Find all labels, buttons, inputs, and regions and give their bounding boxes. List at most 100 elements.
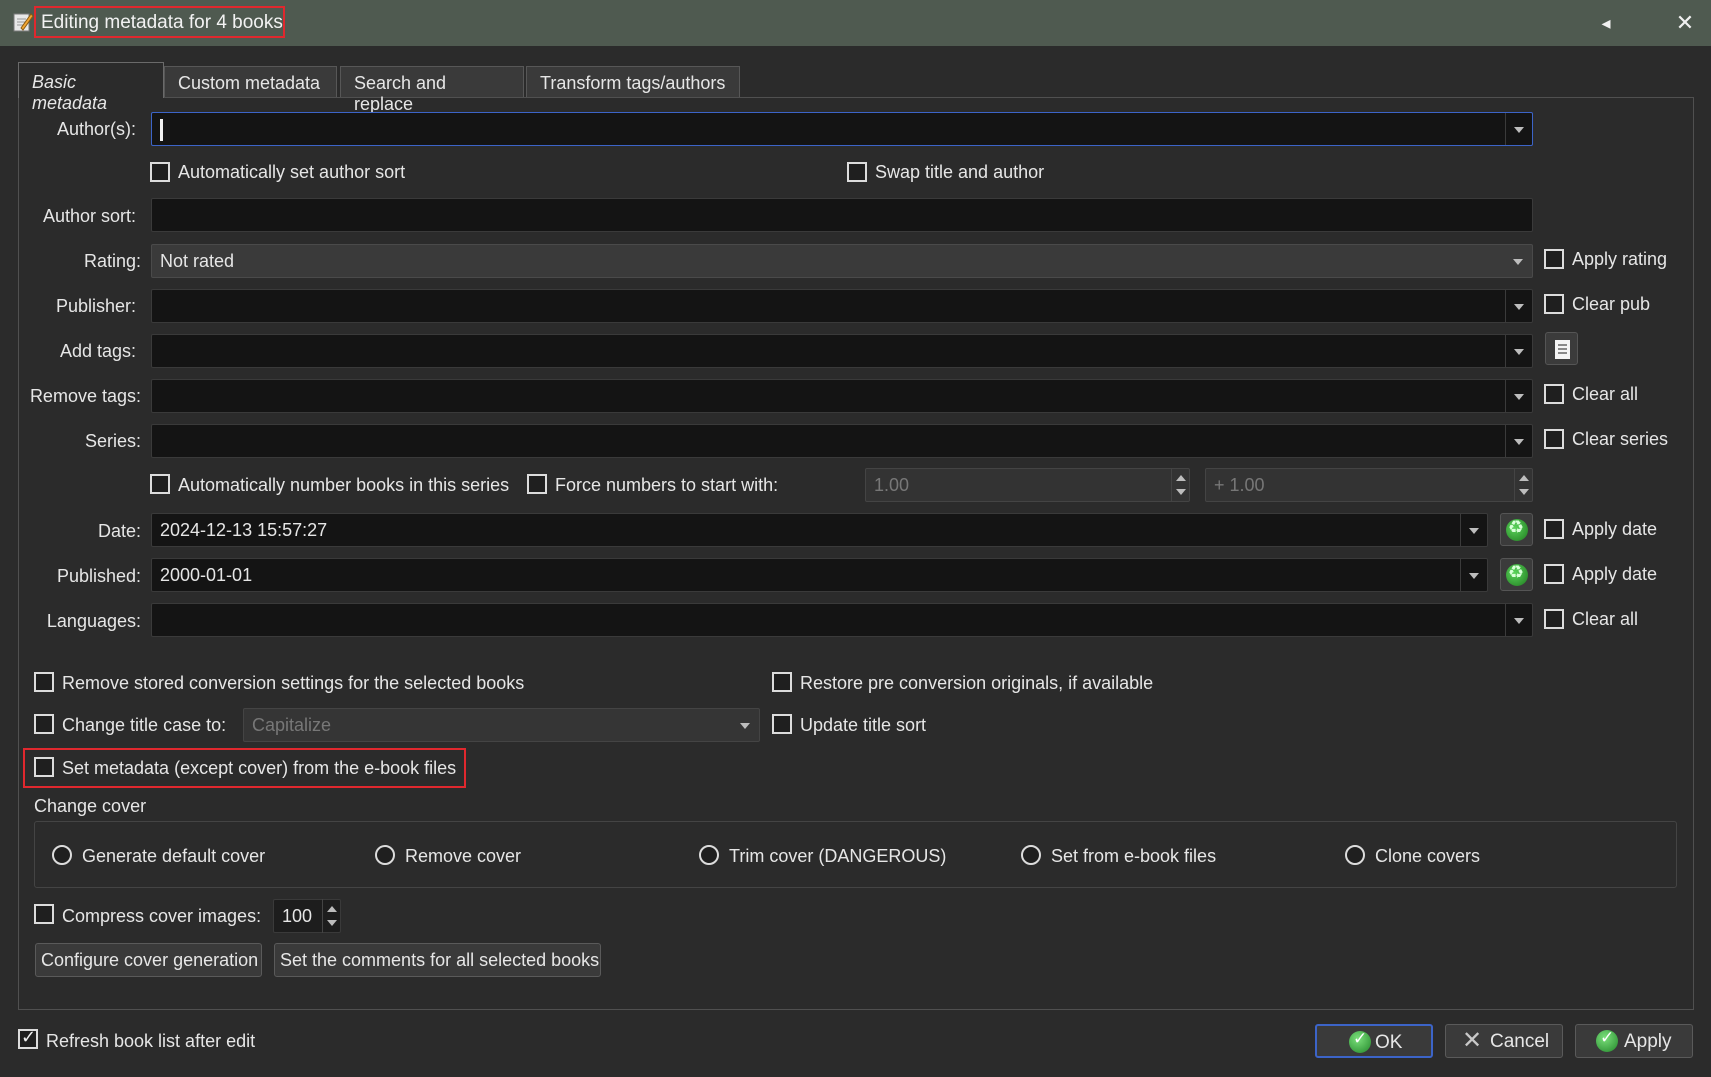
languages-dropdown-arrow[interactable] — [1505, 604, 1532, 636]
clear-languages-checkbox[interactable] — [1544, 609, 1564, 629]
date-input[interactable]: 2024-12-13 15:57:27 — [151, 513, 1488, 547]
published-label: Published: — [56, 566, 141, 586]
title-case-select[interactable]: Capitalize — [243, 708, 760, 742]
force-numbers-label: Force numbers to start with: — [555, 475, 779, 495]
publisher-label: Publisher: — [55, 296, 136, 316]
authors-input[interactable] — [151, 112, 1533, 146]
series-start-spin-arrows[interactable] — [1171, 468, 1189, 502]
languages-input[interactable] — [151, 603, 1533, 637]
clear-all-tags-label: Clear all — [1572, 384, 1639, 404]
clear-series-label: Clear series — [1572, 429, 1669, 449]
clear-all-tags-checkbox[interactable] — [1544, 384, 1564, 404]
generate-default-cover-label: Generate default cover — [82, 846, 266, 866]
remove-cover-label: Remove cover — [405, 846, 522, 866]
cancel-label: Cancel — [1490, 1031, 1550, 1052]
rating-dropdown-arrow[interactable] — [1505, 245, 1532, 277]
series-dropdown-arrow[interactable] — [1505, 425, 1532, 457]
generate-default-cover-radio[interactable] — [52, 845, 72, 865]
date-reset-button[interactable] — [1500, 513, 1533, 546]
set-from-ebook-files-radio[interactable] — [1021, 845, 1041, 865]
close-icon[interactable]: ✕ — [1669, 9, 1701, 37]
tab-search-replace[interactable]: Search and replace — [340, 66, 524, 114]
change-cover-group-label: Change cover — [34, 796, 147, 816]
compress-cover-checkbox[interactable] — [34, 904, 54, 924]
date-dropdown-arrow[interactable] — [1460, 514, 1487, 546]
published-value: 2000-01-01 — [160, 565, 253, 585]
refresh-book-list-label: Refresh book list after edit — [46, 1031, 256, 1051]
remove-tags-dropdown-arrow[interactable] — [1505, 380, 1532, 412]
auto-number-series-label: Automatically number books in this serie… — [178, 475, 510, 495]
title-bar: Editing metadata for 4 books ◂ ✕ — [0, 0, 1711, 46]
change-title-case-label: Change title case to: — [62, 715, 227, 735]
compress-quality-spin-arrows[interactable] — [322, 899, 340, 933]
apply-check-icon — [1596, 1028, 1618, 1052]
clear-pub-label: Clear pub — [1572, 294, 1651, 314]
update-title-sort-label: Update title sort — [800, 715, 927, 735]
compress-quality-spinbox[interactable]: 100 — [273, 899, 341, 933]
series-increment-spinbox[interactable]: + 1.00 — [1205, 468, 1533, 502]
configure-cover-generation-button[interactable]: Configure cover generation — [35, 943, 262, 977]
back-icon[interactable]: ◂ — [1590, 9, 1622, 37]
author-sort-input[interactable] — [151, 198, 1533, 232]
refresh-book-list-checkbox[interactable] — [18, 1027, 38, 1049]
restore-originals-label: Restore pre conversion originals, if ava… — [800, 673, 1154, 693]
date-label: Date: — [97, 521, 141, 541]
add-tags-dropdown-arrow[interactable] — [1505, 335, 1532, 367]
series-increment-spin-arrows[interactable] — [1514, 468, 1532, 502]
authors-dropdown-arrow[interactable] — [1505, 113, 1532, 145]
series-input[interactable] — [151, 424, 1533, 458]
remove-conversion-checkbox[interactable] — [34, 672, 54, 692]
published-dropdown-arrow[interactable] — [1460, 559, 1487, 591]
compress-quality-value: 100 — [282, 906, 313, 926]
remove-tags-input[interactable] — [151, 379, 1533, 413]
publisher-input[interactable] — [151, 289, 1533, 323]
publisher-dropdown-arrow[interactable] — [1505, 290, 1532, 322]
auto-number-series-checkbox[interactable] — [150, 474, 170, 494]
series-start-spinbox[interactable]: 1.00 — [865, 468, 1190, 502]
clear-series-checkbox[interactable] — [1544, 429, 1564, 449]
title-case-dropdown-arrow[interactable] — [732, 709, 759, 741]
published-reset-button[interactable] — [1500, 558, 1533, 591]
series-start-value: 1.00 — [874, 475, 910, 495]
apply-date-checkbox[interactable] — [1544, 519, 1564, 539]
apply-date-label: Apply date — [1572, 519, 1658, 539]
auto-author-sort-checkbox[interactable] — [150, 162, 170, 182]
rating-label: Rating: — [83, 251, 141, 271]
trim-cover-label: Trim cover (DANGEROUS) — [729, 846, 947, 866]
force-numbers-checkbox[interactable] — [527, 474, 547, 494]
apply-rating-checkbox[interactable] — [1544, 249, 1564, 269]
restore-originals-checkbox[interactable] — [772, 672, 792, 692]
cancel-button[interactable]: Cancel — [1445, 1024, 1563, 1058]
recycle-icon — [1506, 562, 1528, 586]
swap-title-author-label: Swap title and author — [875, 162, 1045, 182]
tag-editor-button[interactable] — [1545, 332, 1578, 365]
apply-published-checkbox[interactable] — [1544, 564, 1564, 584]
add-tags-input[interactable] — [151, 334, 1533, 368]
swap-title-author-checkbox[interactable] — [847, 162, 867, 182]
apply-button[interactable]: Apply — [1575, 1024, 1693, 1058]
ok-label: OK — [1375, 1032, 1403, 1053]
date-value: 2024-12-13 15:57:27 — [160, 520, 328, 540]
tab-basic-metadata[interactable]: Basic metadata — [18, 62, 164, 113]
update-title-sort-checkbox[interactable] — [772, 714, 792, 734]
tab-transform-tags[interactable]: Transform tags/authors — [526, 66, 740, 97]
trim-cover-radio[interactable] — [699, 845, 719, 865]
remove-cover-radio[interactable] — [375, 845, 395, 865]
rating-select[interactable]: Not rated — [151, 244, 1533, 278]
recycle-icon — [1506, 517, 1528, 541]
languages-label: Languages: — [46, 611, 141, 631]
change-title-case-checkbox[interactable] — [34, 714, 54, 734]
set-comments-button[interactable]: Set the comments for all selected books — [274, 943, 601, 977]
clear-pub-checkbox[interactable] — [1544, 294, 1564, 314]
authors-label: Author(s): — [56, 119, 136, 139]
document-list-icon — [1555, 340, 1570, 359]
tab-custom-metadata[interactable]: Custom metadata — [164, 66, 337, 97]
set-metadata-from-files-checkbox[interactable] — [34, 757, 54, 777]
remove-tags-label: Remove tags: — [29, 386, 141, 406]
title-case-value: Capitalize — [252, 715, 332, 735]
auto-author-sort-label: Automatically set author sort — [178, 162, 406, 182]
ok-button[interactable]: OK — [1315, 1024, 1433, 1058]
clone-covers-radio[interactable] — [1345, 845, 1365, 865]
set-metadata-from-files-label: Set metadata (except cover) from the e-b… — [62, 758, 457, 778]
published-input[interactable]: 2000-01-01 — [151, 558, 1488, 592]
